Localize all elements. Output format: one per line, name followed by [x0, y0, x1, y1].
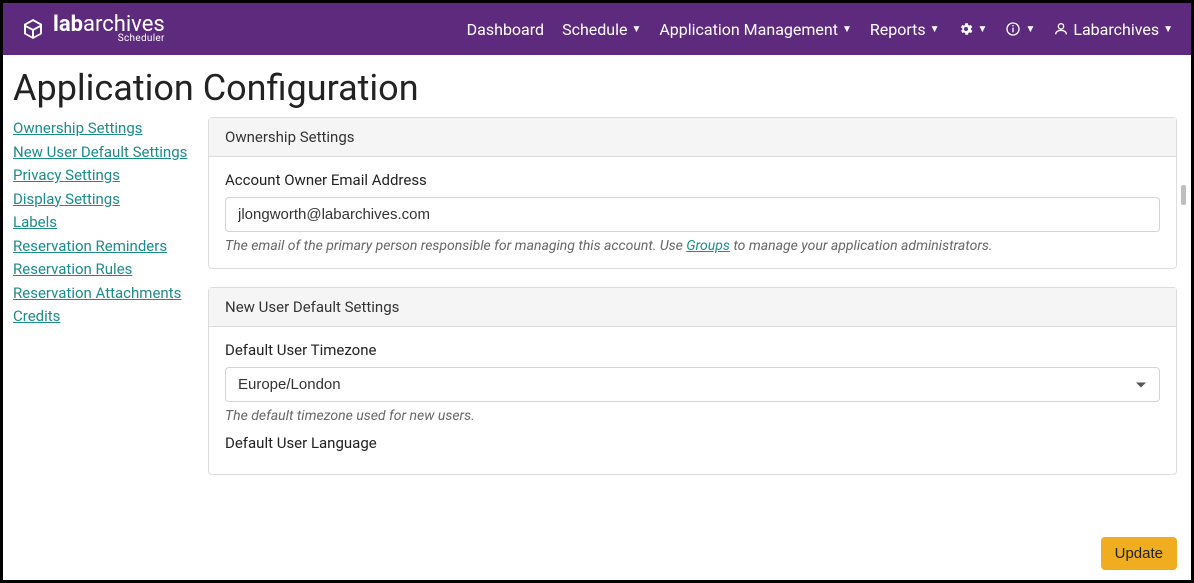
panel-header-ownership: Ownership Settings	[209, 118, 1176, 157]
page-title: Application Configuration	[13, 67, 1181, 109]
help-default-timezone: The default timezone used for new users.	[225, 408, 1160, 424]
sidebar-item-display[interactable]: Display Settings	[13, 188, 198, 211]
brand-text: labarchives Scheduler	[53, 14, 165, 44]
chevron-down-icon: ▼	[1025, 24, 1035, 35]
sidebar-item-reminders[interactable]: Reservation Reminders	[13, 235, 198, 258]
label-owner-email: Account Owner Email Address	[225, 171, 1160, 189]
panel-newuser: New User Default Settings Default User T…	[208, 287, 1177, 475]
default-timezone-select[interactable]: Europe/London	[225, 367, 1160, 402]
help-owner-email: The email of the primary person responsi…	[225, 238, 1160, 254]
chevron-down-icon: ▼	[978, 24, 988, 35]
update-button[interactable]: Update	[1101, 537, 1177, 570]
panel-header-newuser: New User Default Settings	[209, 288, 1176, 327]
top-navbar: labarchives Scheduler Dashboard Schedule…	[3, 3, 1191, 55]
sidebar: Ownership Settings New User Default Sett…	[13, 117, 208, 580]
chevron-down-icon: ▼	[842, 24, 852, 35]
sidebar-item-privacy[interactable]: Privacy Settings	[13, 164, 198, 187]
groups-link[interactable]: Groups	[686, 238, 730, 254]
gear-icon	[958, 21, 974, 37]
sidebar-item-attachments[interactable]: Reservation Attachments	[13, 282, 198, 305]
chevron-down-icon: ▼	[631, 24, 641, 35]
sidebar-item-newuser[interactable]: New User Default Settings	[13, 141, 198, 164]
nav-info[interactable]: ▼	[1005, 21, 1035, 37]
chevron-down-icon: ▼	[1163, 24, 1173, 35]
sidebar-item-labels[interactable]: Labels	[13, 211, 198, 234]
info-icon	[1005, 21, 1021, 37]
brand[interactable]: labarchives Scheduler	[21, 14, 165, 44]
sidebar-item-rules[interactable]: Reservation Rules	[13, 258, 198, 281]
sidebar-item-ownership[interactable]: Ownership Settings	[13, 117, 198, 140]
nav-app-management[interactable]: Application Management▼	[659, 20, 852, 39]
nav-user[interactable]: Labarchives ▼	[1053, 20, 1173, 39]
user-icon	[1053, 21, 1069, 37]
label-default-language: Default User Language	[225, 434, 1160, 452]
nav-schedule[interactable]: Schedule▼	[562, 20, 641, 39]
nav-right: Dashboard Schedule▼ Application Manageme…	[467, 20, 1173, 39]
nav-dashboard[interactable]: Dashboard	[467, 20, 544, 39]
sidebar-item-credits[interactable]: Credits	[13, 305, 198, 328]
scrollbar-indicator[interactable]	[1181, 185, 1186, 205]
cube-logo-icon	[21, 17, 45, 41]
panel-ownership: Ownership Settings Account Owner Email A…	[208, 117, 1177, 269]
owner-email-input[interactable]	[225, 197, 1160, 232]
label-default-timezone: Default User Timezone	[225, 341, 1160, 359]
nav-settings[interactable]: ▼	[958, 21, 988, 37]
nav-reports[interactable]: Reports▼	[870, 20, 940, 39]
main-content: Ownership Settings Account Owner Email A…	[208, 117, 1181, 580]
chevron-down-icon: ▼	[930, 24, 940, 35]
